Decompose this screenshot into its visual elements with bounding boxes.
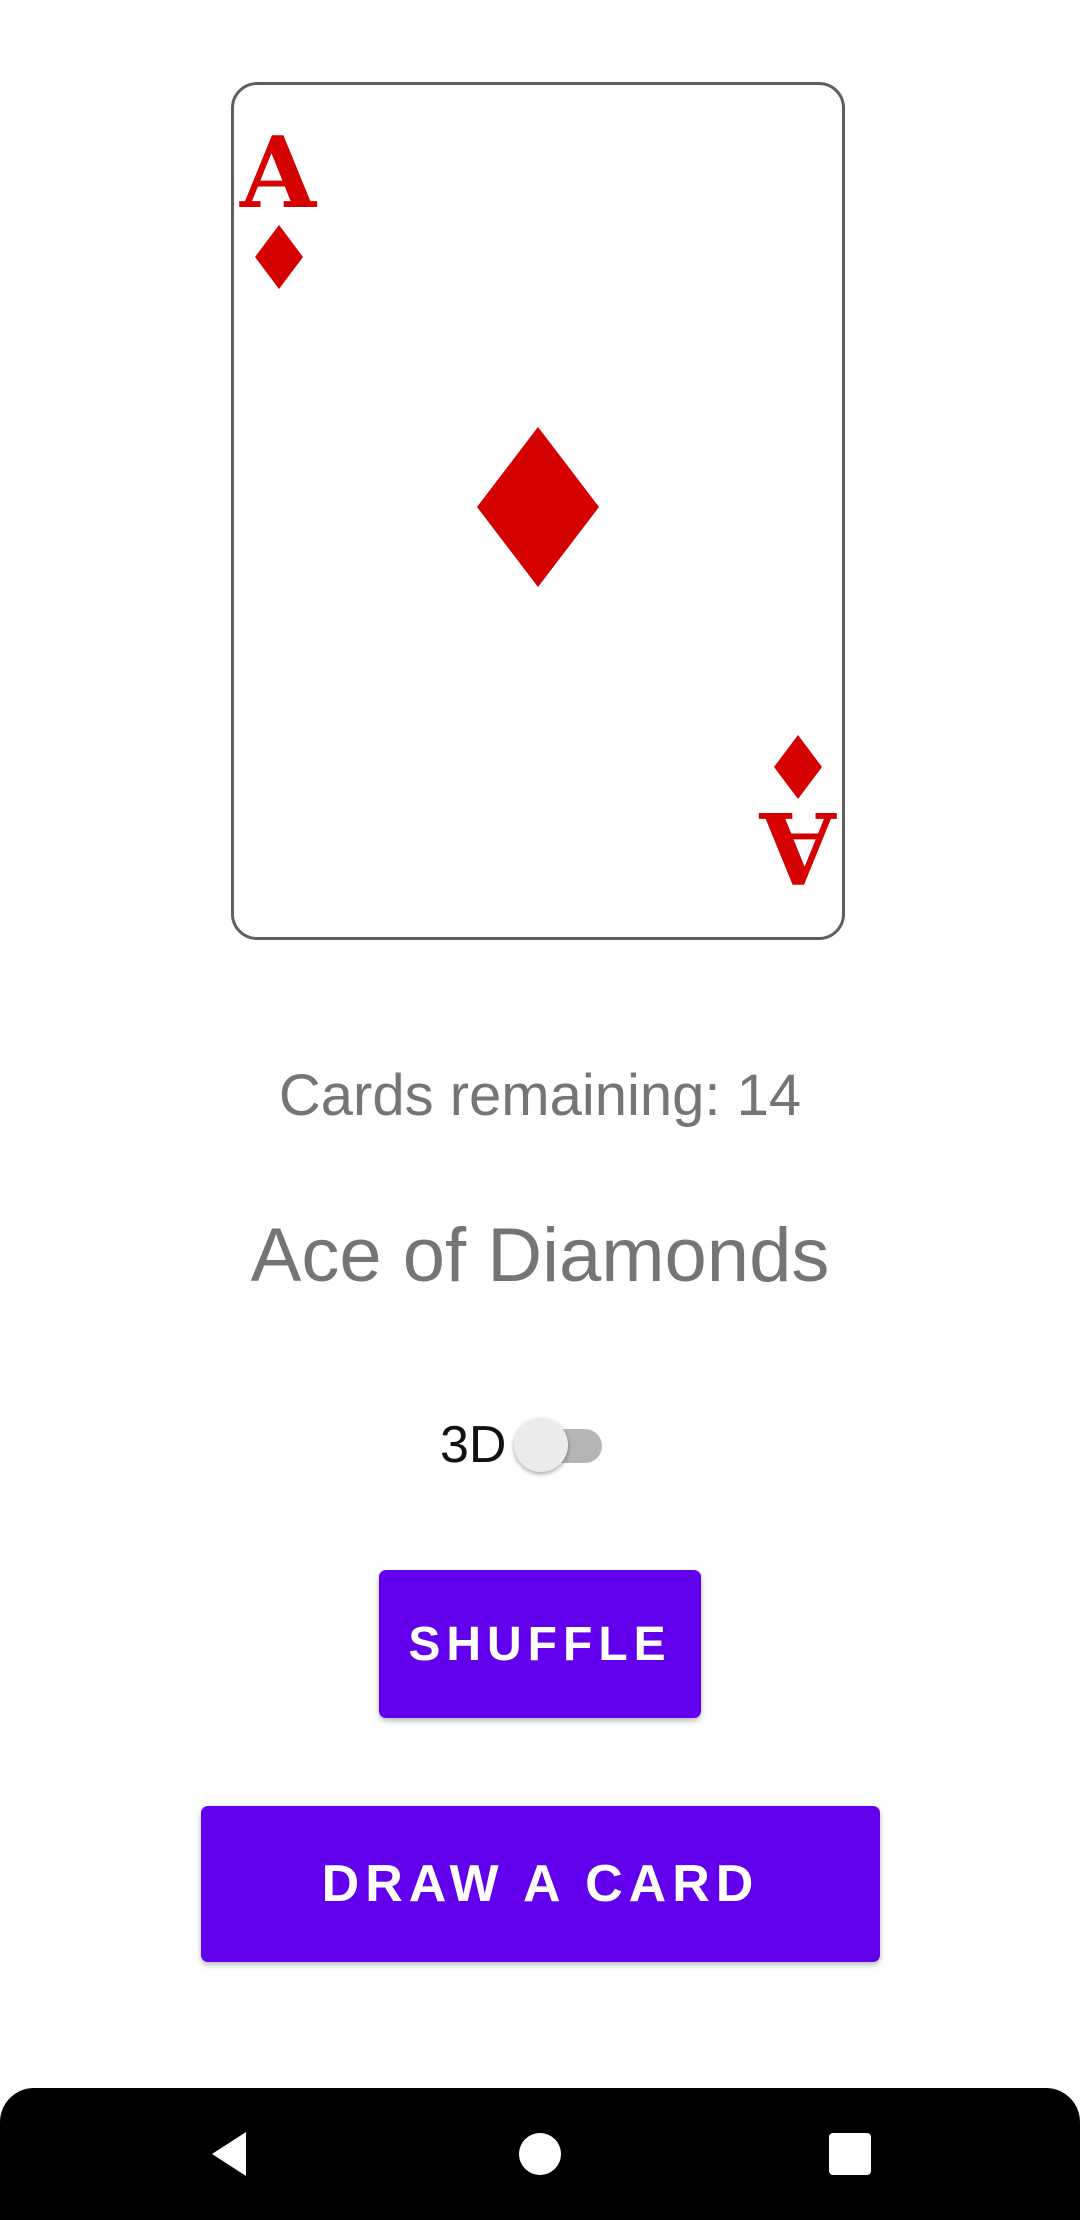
recents-square-icon[interactable] [808,2112,892,2196]
card-rank-bottom: A [758,789,837,904]
draw-card-button[interactable]: Draw a card [201,1806,880,1962]
switch-thumb[interactable] [514,1418,569,1472]
playing-card-face: A A [239,116,837,904]
shuffle-button[interactable]: Shuffle [379,1570,701,1718]
toggle-3d-label: 3D [440,1416,507,1474]
home-circle-icon[interactable] [498,2112,582,2196]
system-nav-bar [0,2088,1080,2220]
app-screen: A A Cards remaining: 14 Ace of Diamonds … [0,0,1080,2220]
diamond-icon [255,225,303,289]
card-rank-top: A [239,116,318,231]
diamond-icon [477,427,599,587]
current-card-name: Ace of Diamonds [250,1213,830,1298]
playing-card[interactable]: A A [231,82,845,940]
cards-remaining-text: Cards remaining: 14 [278,1063,802,1128]
back-triangle-icon[interactable] [186,2112,270,2196]
toggle-3d-switch[interactable] [514,1410,606,1480]
toggle-3d-row: 3D [440,1410,606,1480]
